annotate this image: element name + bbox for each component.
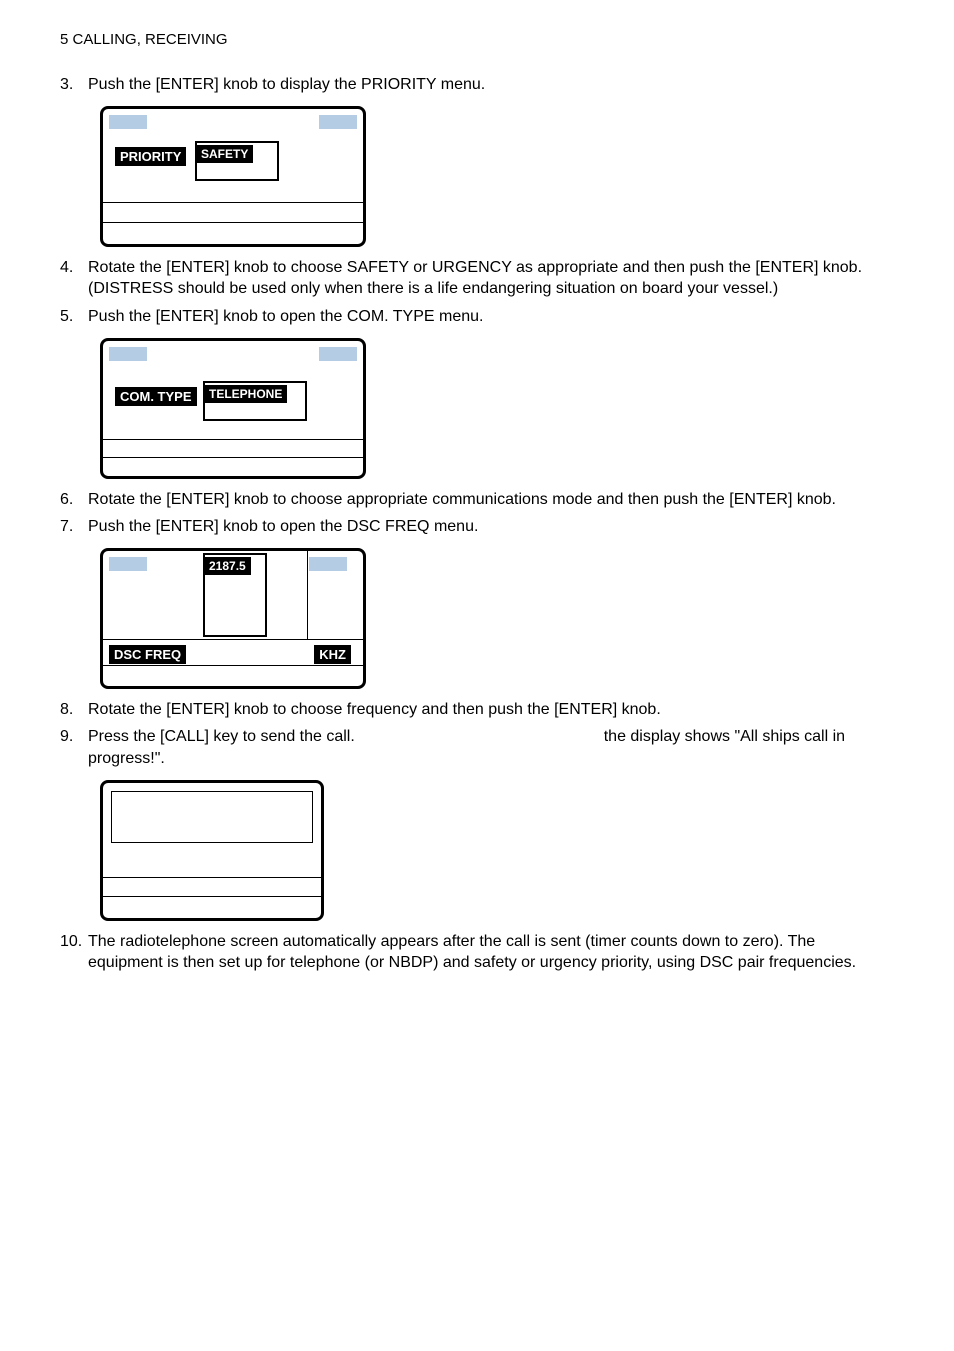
- item-text: Press the [CALL] key to send the call. t…: [88, 726, 894, 769]
- list-item-8: 8. Rotate the [ENTER] knob to choose fre…: [60, 699, 894, 721]
- khz-label: KHZ: [314, 645, 351, 665]
- item-number: 4.: [60, 257, 88, 300]
- item-text: Push the [ENTER] knob to open the COM. T…: [88, 306, 894, 328]
- screen-comtype: COM. TYPE TELEPHONE: [100, 338, 366, 479]
- priority-value-box: SAFETY: [195, 141, 279, 181]
- corner-block: [109, 115, 147, 129]
- priority-label: PRIORITY: [115, 147, 186, 167]
- dscfreq-label: DSC FREQ: [109, 645, 186, 665]
- item-number: 3.: [60, 74, 88, 96]
- corner-block: [319, 115, 357, 129]
- divider: [103, 639, 363, 640]
- telephone-value: TELEPHONE: [204, 385, 287, 403]
- progress-inner-box: [111, 791, 313, 843]
- item-text: Rotate the [ENTER] knob to choose SAFETY…: [88, 257, 894, 300]
- item-number: 7.: [60, 516, 88, 538]
- corner-block: [309, 557, 347, 571]
- item-text: Rotate the [ENTER] knob to choose approp…: [88, 489, 894, 511]
- safety-value: SAFETY: [196, 145, 253, 163]
- item-text: Push the [ENTER] knob to open the DSC FR…: [88, 516, 894, 538]
- item-number: 8.: [60, 699, 88, 721]
- screen-progress: [100, 780, 324, 921]
- item-number: 6.: [60, 489, 88, 511]
- item-number: 9.: [60, 726, 88, 769]
- divider: [103, 202, 363, 203]
- screen-priority: PRIORITY SAFETY: [100, 106, 366, 247]
- screen-dscfreq: 2187.5 DSC FREQ KHZ: [100, 548, 366, 689]
- item-text: Push the [ENTER] knob to display the PRI…: [88, 74, 894, 96]
- page-header: 5 CALLING, RECEIVING: [60, 30, 894, 50]
- list-item-5: 5. Push the [ENTER] knob to open the COM…: [60, 306, 894, 328]
- freq-value-box: 2187.5: [203, 553, 267, 637]
- list-item-7: 7. Push the [ENTER] knob to open the DSC…: [60, 516, 894, 538]
- divider: [103, 222, 363, 223]
- divider: [103, 896, 321, 897]
- divider: [103, 457, 363, 458]
- list-item-4: 4. Rotate the [ENTER] knob to choose SAF…: [60, 257, 894, 300]
- corner-block: [109, 347, 147, 361]
- comtype-value-box: TELEPHONE: [203, 381, 307, 421]
- list-item-10: 10. The radiotelephone screen automatica…: [60, 931, 894, 974]
- item-text: The radiotelephone screen automatically …: [88, 931, 894, 974]
- comtype-label: COM. TYPE: [115, 387, 197, 407]
- corner-block: [319, 347, 357, 361]
- list-item-3: 3. Push the [ENTER] knob to display the …: [60, 74, 894, 96]
- corner-block: [109, 557, 147, 571]
- freq-value: 2187.5: [204, 557, 251, 575]
- list-item-9: 9. Press the [CALL] key to send the call…: [60, 726, 894, 769]
- item-number: 5.: [60, 306, 88, 328]
- list-item-6: 6. Rotate the [ENTER] knob to choose app…: [60, 489, 894, 511]
- item-9-part-a: Press the [CALL] key to send the call.: [88, 728, 355, 745]
- divider: [103, 877, 321, 878]
- divider: [103, 439, 363, 440]
- item-number: 10.: [60, 931, 88, 974]
- divider-vertical: [307, 551, 308, 639]
- divider: [103, 665, 363, 666]
- item-text: Rotate the [ENTER] knob to choose freque…: [88, 699, 894, 721]
